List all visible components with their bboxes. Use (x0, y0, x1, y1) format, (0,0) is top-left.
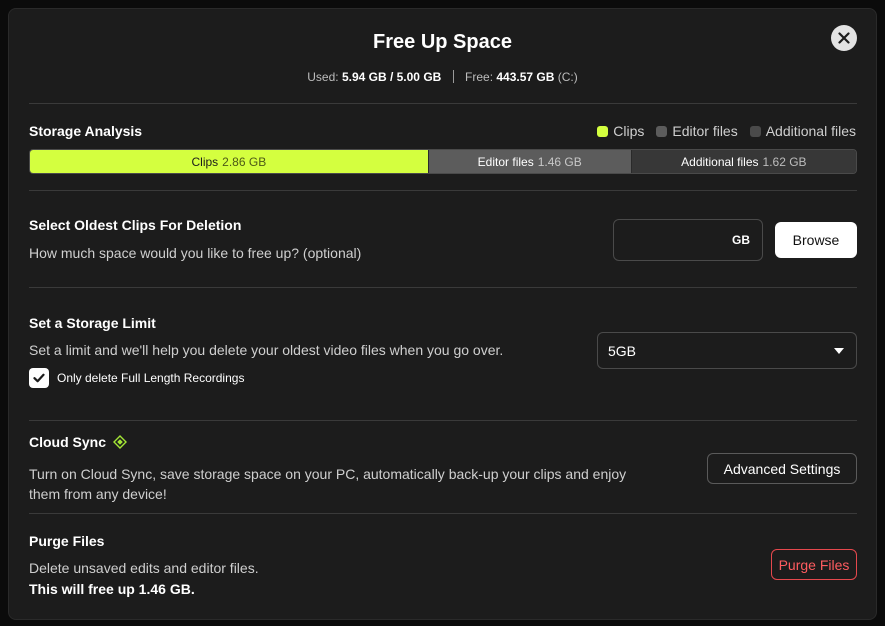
cloud-sync-title: Cloud Sync (29, 434, 107, 450)
full-length-only-checkbox-row[interactable]: Only delete Full Length Recordings (29, 368, 244, 388)
drive-label: (C:) (557, 70, 578, 84)
full-length-only-checkbox[interactable] (29, 368, 49, 388)
purge-files-description: Delete unsaved edits and editor files. (29, 560, 259, 576)
used-value: 5.94 GB / 5.00 GB (341, 70, 442, 84)
storage-limit-selected-value: 5GB (608, 342, 637, 359)
storage-legend: Clips Editor files Additional files (597, 123, 856, 139)
full-length-only-label: Only delete Full Length Recordings (57, 371, 245, 385)
legend-label-clips: Clips (613, 123, 645, 139)
legend-swatch-editor-files (656, 125, 668, 137)
free-value: 443.57 GB (496, 70, 555, 84)
legend-item-editor-files: Editor files (656, 123, 738, 139)
storage-analysis-title: Storage Analysis (29, 123, 143, 139)
checkmark-icon (33, 373, 45, 383)
divider (29, 420, 857, 421)
legend-item-additional-files: Additional files (749, 123, 856, 139)
storage-limit-description: Set a limit and we'll help you delete yo… (29, 342, 504, 358)
cloud-sync-description-line1: Turn on Cloud Sync, save storage space o… (29, 466, 627, 482)
bar-segment-additional-value: 1.62 GB (762, 154, 807, 169)
divider (29, 103, 857, 104)
bar-segment-editor-files: Editor files 1.46 GB (427, 150, 631, 173)
storage-limit-title: Set a Storage Limit (29, 315, 156, 331)
legend-label-additional-files: Additional files (765, 123, 856, 139)
legend-swatch-clips (597, 125, 609, 137)
storage-limit-select[interactable]: 5GB (597, 332, 857, 369)
used-label: Used: (307, 70, 339, 84)
free-label: Free: (465, 70, 494, 84)
free-space-gb-field[interactable]: GB (613, 219, 763, 261)
cloud-sync-description-line2: them from any device! (29, 486, 167, 502)
bar-segment-editor-label: Editor files (477, 154, 534, 169)
modal-title: Free Up Space (373, 31, 512, 53)
chevron-down-icon (834, 347, 844, 354)
divider (29, 190, 857, 191)
bar-segment-editor-value: 1.46 GB (537, 154, 582, 169)
legend-swatch-additional-files (749, 125, 761, 137)
purge-files-button[interactable]: Purge Files (771, 549, 857, 580)
usage-separator (452, 70, 454, 83)
divider (29, 513, 857, 514)
select-oldest-description: How much space would you like to free up… (29, 245, 362, 261)
browse-button[interactable]: Browse (775, 222, 857, 258)
divider (29, 287, 857, 288)
gb-unit-label: GB (732, 233, 750, 247)
cloud-sync-description: Turn on Cloud Sync, save storage space o… (29, 464, 626, 504)
bar-segment-additional-label: Additional files (681, 154, 759, 169)
bar-segment-clips-label: Clips (191, 154, 219, 169)
advanced-settings-button[interactable]: Advanced Settings (707, 453, 857, 484)
purge-files-title: Purge Files (29, 533, 105, 549)
legend-item-clips: Clips (597, 123, 644, 139)
storage-bar: Clips 2.86 GB Editor files 1.46 GB Addit… (29, 149, 857, 174)
select-oldest-title: Select Oldest Clips For Deletion (29, 217, 242, 233)
free-up-space-modal: Free Up Space Used: 5.94 GB / 5.00 GB Fr… (8, 8, 877, 620)
diamond-icon (113, 435, 127, 449)
bar-segment-clips-value: 2.86 GB (222, 154, 267, 169)
free-space-gb-input[interactable] (614, 220, 729, 260)
legend-label-editor-files: Editor files (672, 123, 738, 139)
bar-segment-additional-files: Additional files 1.62 GB (630, 150, 856, 173)
bar-segment-clips: Clips 2.86 GB (30, 150, 428, 173)
storage-usage-summary: Used: 5.94 GB / 5.00 GB Free: 443.57 GB … (9, 70, 876, 84)
purge-files-note: This will free up 1.46 GB. (29, 581, 195, 597)
